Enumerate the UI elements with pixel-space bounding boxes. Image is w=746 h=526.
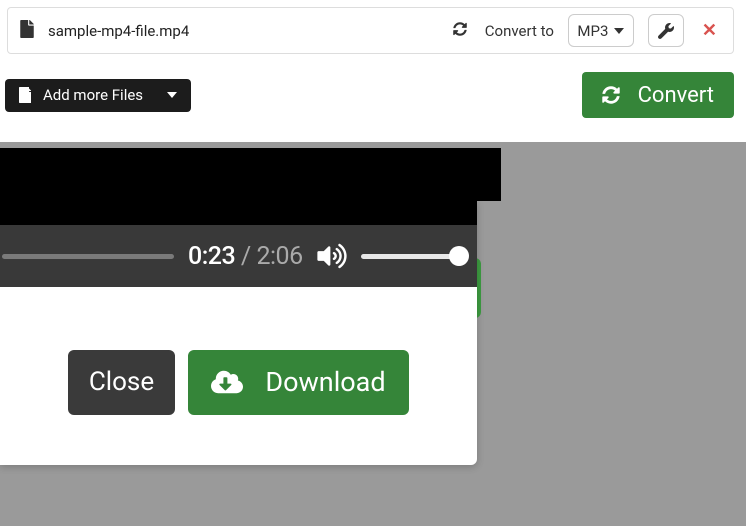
filename: sample-mp4-file.mp4 [48,22,439,40]
convert-to-label: Convert to [485,22,554,40]
add-files-button[interactable]: Add more Files [5,79,191,112]
format-select[interactable]: MP3 [568,14,634,47]
time-display: 0:23 / 2:06 [188,242,303,271]
convert-button[interactable]: Convert [582,72,734,118]
video-player[interactable]: 0:23 / 2:06 [0,201,477,287]
wrench-icon [658,23,674,39]
add-file-icon [19,87,31,103]
add-files-label: Add more Files [43,86,143,104]
volume-slider[interactable] [361,254,459,259]
cloud-download-icon [211,369,243,395]
time-separator: / [235,242,256,271]
refresh-icon [453,21,467,40]
modal-buttons: Close Download [0,287,477,465]
download-label: Download [265,366,385,398]
total-time: 2:06 [256,242,302,271]
file-row: sample-mp4-file.mp4 Convert to MP3 ✕ [7,7,734,54]
black-strip [0,148,501,201]
settings-button[interactable] [648,14,684,47]
preview-modal: 0:23 / 2:06 Close Download [0,201,477,465]
close-label: Close [89,367,154,397]
chevron-down-icon [167,92,177,98]
format-value: MP3 [577,22,608,40]
chevron-down-icon [614,28,624,34]
refresh-icon [602,86,620,104]
remove-file-button[interactable]: ✕ [698,20,721,41]
close-button[interactable]: Close [68,350,175,415]
download-button[interactable]: Download [188,350,409,415]
file-icon [20,20,34,42]
volume-icon[interactable] [317,243,347,269]
current-time: 0:23 [188,242,235,271]
toolbar: Add more Files Convert [5,72,734,118]
volume-thumb[interactable] [449,246,469,266]
convert-label: Convert [638,83,714,108]
media-controls: 0:23 / 2:06 [0,225,477,287]
progress-bar[interactable] [2,254,174,259]
